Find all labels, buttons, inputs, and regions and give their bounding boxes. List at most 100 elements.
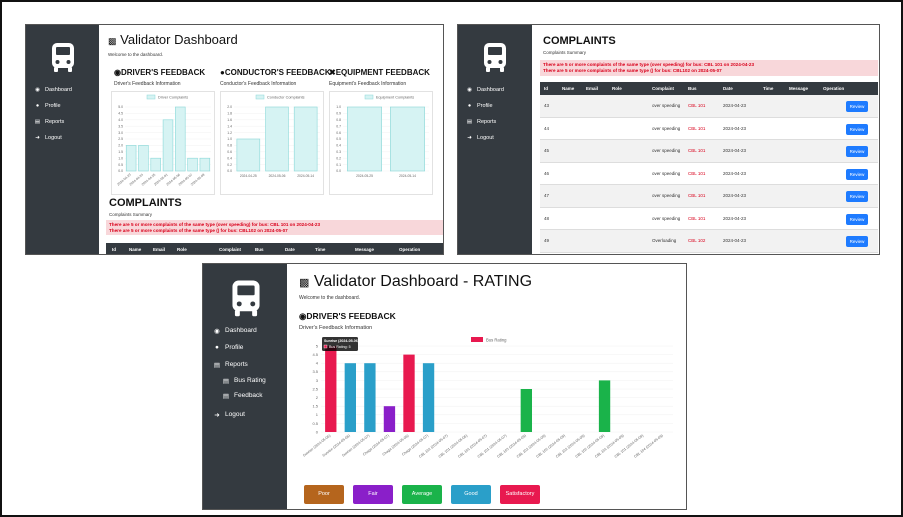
review-button[interactable]: Review bbox=[846, 213, 868, 225]
rating-button-average[interactable]: Average bbox=[402, 485, 442, 504]
bar[interactable] bbox=[422, 363, 435, 432]
y-tick-label: 0.5 bbox=[118, 163, 123, 167]
cell-id: 49 bbox=[544, 238, 550, 243]
cell-complaint: over speeding bbox=[652, 103, 681, 108]
rating-button-fair[interactable]: Fair bbox=[353, 485, 393, 504]
nav-reports[interactable]: ▤ Reports bbox=[26, 114, 99, 130]
column-header: Id bbox=[544, 86, 548, 91]
dashboard-icon: ◉ bbox=[214, 327, 220, 335]
nav-dashboard[interactable]: ◉ Dashboard bbox=[458, 82, 532, 98]
dashboard-icon: ◉ bbox=[35, 87, 40, 93]
rating-button-good[interactable]: Good bbox=[451, 485, 491, 504]
drivers-feedback-heading: ◉DRIVER'S FEEDBACK bbox=[299, 311, 396, 322]
nav-bus-rating[interactable]: ▤ Bus Rating bbox=[203, 373, 287, 388]
y-tick-label: 0.4 bbox=[227, 156, 232, 160]
rating-button-poor[interactable]: Poor bbox=[304, 485, 344, 504]
complaints-title: COMPLAINTS bbox=[109, 197, 182, 209]
cell-date: 2024-04-23 bbox=[723, 238, 747, 243]
tooltip-value: Bus Rating: 5 bbox=[329, 345, 351, 349]
review-button[interactable]: Review bbox=[846, 236, 868, 247]
tooltip-title: Sunrise (2024-05-06) bbox=[324, 339, 360, 343]
reports-icon: ▤ bbox=[213, 361, 221, 369]
cell-id: 48 bbox=[544, 215, 550, 221]
rating-button-satisfactory[interactable]: Satisfactory bbox=[500, 485, 540, 504]
legend-label: Conductor Complaints bbox=[267, 96, 305, 100]
cell-bus: CBL 101 bbox=[688, 193, 706, 198]
bar bbox=[138, 145, 149, 172]
bar bbox=[389, 106, 426, 172]
nav-profile-label: Profile bbox=[45, 103, 61, 109]
review-button[interactable]: Review bbox=[846, 168, 868, 180]
bar[interactable] bbox=[364, 363, 376, 432]
cell-date: 2024-04-23 bbox=[723, 148, 747, 153]
nav-logout[interactable]: ➜ Logout bbox=[26, 130, 99, 146]
y-tick-label: 0.1 bbox=[336, 163, 341, 167]
y-tick-label: 5 bbox=[316, 343, 319, 348]
cell-complaint: over speeding bbox=[652, 215, 681, 221]
nav-profile[interactable]: ● Profile bbox=[26, 98, 99, 114]
bar[interactable] bbox=[344, 363, 357, 432]
equipment-complaints-chart: Equipment Complaints 0.0 0.1 0.2 0.3 0.4 0.5 0.… bbox=[329, 91, 433, 195]
sidebar: ◉ Dashboard ● Profile ▤ Reports ➜ Logout bbox=[458, 25, 532, 254]
complaints-screenshot: ◉ Dashboard ● Profile ▤ Reports ➜ Logout… bbox=[457, 24, 880, 255]
bar[interactable] bbox=[383, 406, 396, 432]
legend-swatch bbox=[146, 94, 156, 100]
y-tick-label: 0.3 bbox=[336, 150, 341, 154]
column-header: Operation bbox=[823, 86, 845, 91]
cell-complaint: over speeding bbox=[652, 170, 681, 176]
cell-id: 47 bbox=[544, 193, 550, 198]
bar bbox=[199, 157, 211, 172]
cell-id: 44 bbox=[544, 125, 550, 131]
page-title-text: Validator Dashboard - RATING bbox=[313, 273, 533, 290]
nav-feedback[interactable]: ▤ Feedback bbox=[203, 388, 287, 403]
bar[interactable] bbox=[598, 380, 611, 432]
nav-reports[interactable]: ▤ Reports bbox=[203, 356, 287, 373]
validator-dashboard-screenshot: ◉ Dashboard ● Profile ▤ Reports ➜ Logout… bbox=[25, 24, 444, 255]
cell-date: 2024-04-23 bbox=[723, 125, 747, 131]
y-tick-label: 4.0 bbox=[118, 118, 123, 122]
y-tick-label: 1.5 bbox=[312, 404, 318, 409]
logout-icon: ➜ bbox=[35, 135, 40, 141]
cell-id: 46 bbox=[544, 170, 550, 176]
review-button[interactable]: Review bbox=[846, 123, 868, 135]
column-header: Bus bbox=[688, 86, 697, 91]
complaints-table-header: Id Name Email Role Complaint Bus Date Time Messa… bbox=[106, 243, 443, 254]
nav-dashboard[interactable]: ◉ Dashboard bbox=[26, 82, 99, 98]
reports-icon: ▤ bbox=[466, 119, 473, 125]
review-button[interactable]: Review bbox=[846, 101, 868, 112]
conductors-feedback-subtitle: Conductor's Feedback Information bbox=[220, 81, 297, 87]
equipment-feedback-heading-text: EQUIPMENT FEEDBACK bbox=[335, 68, 430, 77]
alert-line-2: There are 5 or more complaints of the sa… bbox=[109, 227, 288, 233]
drivers-feedback-subtitle: Driver's Feedback Information bbox=[114, 81, 181, 87]
page-title-text: Validator Dashboard bbox=[120, 32, 238, 47]
review-button[interactable]: Review bbox=[846, 191, 868, 202]
nav-profile[interactable]: ● Profile bbox=[458, 98, 532, 114]
nav-logout[interactable]: ➜ Logout bbox=[458, 130, 532, 146]
y-tick-label: 0.6 bbox=[336, 131, 341, 135]
nav-dashboard[interactable]: ◉ Dashboard bbox=[203, 322, 287, 339]
equipment-feedback-heading: ✖EQUIPMENT FEEDBACK bbox=[329, 68, 430, 77]
column-header: Email bbox=[586, 86, 599, 91]
table-row: 49 Overloading CBL 102 2024-04-23 Review bbox=[540, 230, 878, 253]
complaints-subtitle: Complaints Summary bbox=[543, 50, 587, 55]
nav-reports-label: Reports bbox=[225, 361, 248, 368]
nav-logout[interactable]: ➜ Logout bbox=[203, 403, 287, 426]
x-tick-label: 2024-05-25 bbox=[356, 174, 373, 178]
page-title: ▩ Validator Dashboard - RATING bbox=[299, 273, 532, 291]
bar[interactable] bbox=[325, 346, 337, 432]
nav-reports[interactable]: ▤ Reports bbox=[458, 114, 532, 130]
tooltip-swatch bbox=[323, 344, 328, 349]
y-tick-label: 0.7 bbox=[336, 124, 341, 128]
y-tick-label: 1 bbox=[316, 412, 319, 417]
y-tick-label: 4.5 bbox=[118, 112, 123, 116]
review-button[interactable]: Review bbox=[846, 146, 868, 157]
cell-id: 43 bbox=[544, 103, 550, 108]
bar[interactable] bbox=[403, 354, 415, 432]
y-tick-label: 2.0 bbox=[227, 105, 232, 109]
nav-profile[interactable]: ● Profile bbox=[203, 339, 287, 356]
y-tick-label: 1.5 bbox=[118, 150, 123, 154]
steering-wheel-icon: ◉ bbox=[114, 68, 121, 77]
bar[interactable] bbox=[520, 389, 533, 432]
table-row: 48 over speeding CBL 101 2024-04-23 Review bbox=[540, 207, 878, 230]
column-header: Role bbox=[177, 247, 187, 252]
